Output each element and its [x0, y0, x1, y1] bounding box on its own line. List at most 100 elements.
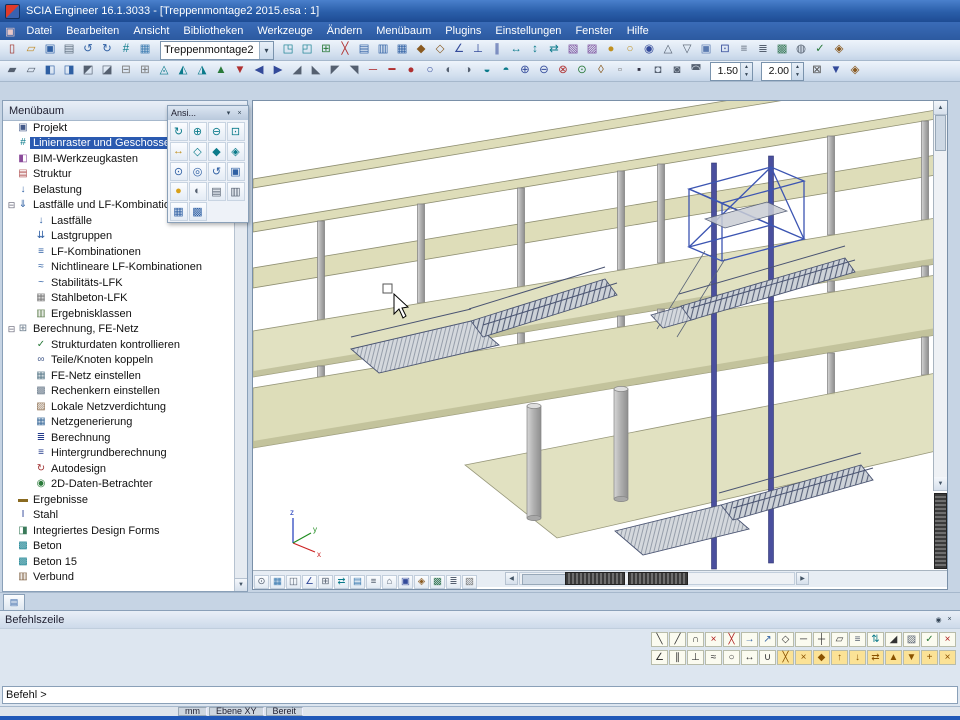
- toolbar-icon[interactable]: ≣: [754, 42, 772, 59]
- tree-item-label[interactable]: Berechnung, FE-Netz: [30, 323, 142, 335]
- scroll-up-icon[interactable]: ▲: [934, 101, 947, 115]
- menu-item[interactable]: Ansicht: [126, 23, 176, 39]
- toolbar-icon[interactable]: ◑: [459, 63, 477, 80]
- toolbar-icon[interactable]: ◍: [792, 42, 810, 59]
- tree-item-label[interactable]: Autodesign: [48, 463, 109, 475]
- vertical-scrollbar[interactable]: ▲ ▼: [933, 101, 947, 491]
- toolbar-icon[interactable]: ▽: [678, 42, 696, 59]
- tree-item-label[interactable]: Beton: [30, 540, 65, 552]
- view-command-icon[interactable]: ≣: [446, 575, 461, 589]
- view-side-icon[interactable]: ◆: [208, 142, 226, 161]
- toolbar-icon[interactable]: ∠: [450, 42, 468, 59]
- spin-down-icon[interactable]: ▼: [792, 71, 803, 80]
- tree-item-label[interactable]: Nichtlineare LF-Kombinationen: [48, 261, 205, 273]
- close-icon[interactable]: ×: [234, 108, 245, 119]
- view-settings-icon[interactable]: ▩: [189, 202, 207, 221]
- command-tool-icon[interactable]: ⊥: [687, 650, 704, 665]
- toolbar-icon[interactable]: ◢: [288, 63, 306, 80]
- dock-tab-button[interactable]: ▤: [3, 594, 25, 611]
- scroll-down-icon[interactable]: ▼: [934, 477, 947, 491]
- view-command-icon[interactable]: ▤: [350, 575, 365, 589]
- toolbar-icon[interactable]: ▶: [269, 63, 287, 80]
- menu-item[interactable]: Bibliotheken: [176, 23, 250, 39]
- toolbar-icon[interactable]: ◓: [497, 63, 515, 80]
- toolbar-icon[interactable]: ○: [421, 63, 439, 80]
- tree-item-label[interactable]: Projekt: [30, 122, 70, 134]
- toolbar-icon[interactable]: ◮: [193, 63, 211, 80]
- toolbar-icon[interactable]: ◭: [174, 63, 192, 80]
- toolbar-icon[interactable]: ◚: [687, 63, 705, 80]
- tree-item-label[interactable]: Linienraster und Geschosse: [30, 137, 173, 149]
- scroll-left-icon[interactable]: ◀: [505, 572, 518, 585]
- tree-item-label[interactable]: Ergebnisklassen: [48, 308, 135, 320]
- command-tool-icon[interactable]: +: [921, 650, 938, 665]
- tree-item[interactable]: ⊟ ⊞ Berechnung, FE-Netz: [3, 322, 235, 338]
- view-toolbar-titlebar[interactable]: Ansi... ▾ ×: [168, 106, 248, 120]
- scroll-right-icon[interactable]: ▶: [796, 572, 809, 585]
- toolbar-icon[interactable]: ◥: [345, 63, 363, 80]
- command-tool-icon[interactable]: ▼: [903, 650, 920, 665]
- toolbar-icon[interactable]: ▧: [564, 42, 582, 59]
- view-command-icon[interactable]: ≡: [366, 575, 381, 589]
- tree-item-label[interactable]: Strukturdaten kontrollieren: [48, 339, 183, 351]
- menu-item[interactable]: Plugins: [438, 23, 488, 39]
- tree-expander-icon[interactable]: ⊟: [7, 325, 16, 334]
- view-command-icon[interactable]: ⊞: [318, 575, 333, 589]
- command-tool-icon[interactable]: ✓: [921, 632, 938, 647]
- toolbar-icon[interactable]: ◀: [250, 63, 268, 80]
- tree-item[interactable]: ▩ Beton: [3, 539, 235, 555]
- toolbar-icon[interactable]: ○: [621, 42, 639, 59]
- toolbar-icon[interactable]: ▤: [355, 42, 373, 59]
- command-tool-icon[interactable]: ∥: [669, 650, 686, 665]
- menu-item[interactable]: Fenster: [568, 23, 619, 39]
- command-tool-icon[interactable]: ≡: [849, 632, 866, 647]
- tree-item-label[interactable]: Lastgruppen: [48, 230, 115, 242]
- tree-item-label[interactable]: Verbund: [30, 571, 77, 583]
- tree-item[interactable]: ▩ Rechenkern einstellen: [3, 384, 235, 400]
- command-tool-icon[interactable]: ∠: [651, 650, 668, 665]
- tree-item[interactable]: ≣ Berechnung: [3, 430, 235, 446]
- toolbar-icon[interactable]: ◬: [155, 63, 173, 80]
- tree-item-label[interactable]: BIM-Werkzeugkasten: [30, 153, 141, 165]
- tree-item[interactable]: ◉ 2D-Daten-Betrachter: [3, 477, 235, 493]
- tree-item-label[interactable]: Belastung: [30, 184, 85, 196]
- toolbar-icon[interactable]: ╳: [336, 42, 354, 59]
- copy-picture-icon[interactable]: ▥: [227, 182, 245, 201]
- command-tool-icon[interactable]: ∩: [687, 632, 704, 647]
- print-icon[interactable]: ▤: [60, 42, 78, 59]
- spin-up-icon[interactable]: ▲: [792, 63, 803, 72]
- tree-item[interactable]: ◨ Integriertes Design Forms: [3, 523, 235, 539]
- toolbar-icon[interactable]: ◈: [846, 63, 864, 80]
- project-select[interactable]: Treppenmontage2 ▾: [160, 41, 274, 60]
- clipping-box-icon[interactable]: ▣: [227, 162, 245, 181]
- chevron-down-icon[interactable]: ▾: [223, 108, 234, 119]
- toolbar-icon[interactable]: ✓: [811, 42, 829, 59]
- tree-item[interactable]: ▦ FE-Netz einstellen: [3, 368, 235, 384]
- toolbar-icon[interactable]: ∥: [488, 42, 506, 59]
- toolbar-icon[interactable]: ▫: [611, 63, 629, 80]
- command-tool-icon[interactable]: ◆: [813, 650, 830, 665]
- command-tool-icon[interactable]: ─: [795, 632, 812, 647]
- scale-spinner-2[interactable]: 2.00 ▲▼: [761, 62, 804, 81]
- tree-item[interactable]: ∞ Teile/Knoten koppeln: [3, 353, 235, 369]
- view-command-icon[interactable]: ◫: [286, 575, 301, 589]
- view-command-icon[interactable]: ⇄: [334, 575, 349, 589]
- tree-item[interactable]: ↻ Autodesign: [3, 461, 235, 477]
- tree-item[interactable]: ⇊ Lastgruppen: [3, 229, 235, 245]
- toolbar-icon[interactable]: ●: [402, 63, 420, 80]
- command-tool-icon[interactable]: ▨: [903, 632, 920, 647]
- menu-item[interactable]: Ändern: [320, 23, 369, 39]
- scale-spinner-1[interactable]: 1.50 ▲▼: [710, 62, 753, 81]
- command-tool-icon[interactable]: ▱: [831, 632, 848, 647]
- spin-up-icon[interactable]: ▲: [741, 63, 752, 72]
- tree-item-label[interactable]: Berechnung: [48, 432, 113, 444]
- toolbar-icon[interactable]: ▣: [697, 42, 715, 59]
- toolbar-icon[interactable]: ⊕: [516, 63, 534, 80]
- command-tool-icon[interactable]: ╳: [777, 650, 794, 665]
- toolbar-icon[interactable]: ◐: [440, 63, 458, 80]
- tree-item-label[interactable]: Lokale Netzverdichtung: [48, 401, 169, 413]
- model-3d-view[interactable]: z x y: [253, 101, 936, 571]
- toolbar-icon[interactable]: ◙: [668, 63, 686, 80]
- zoom-selection-icon[interactable]: ◎: [189, 162, 207, 181]
- toolbar-icon[interactable]: ◈: [830, 42, 848, 59]
